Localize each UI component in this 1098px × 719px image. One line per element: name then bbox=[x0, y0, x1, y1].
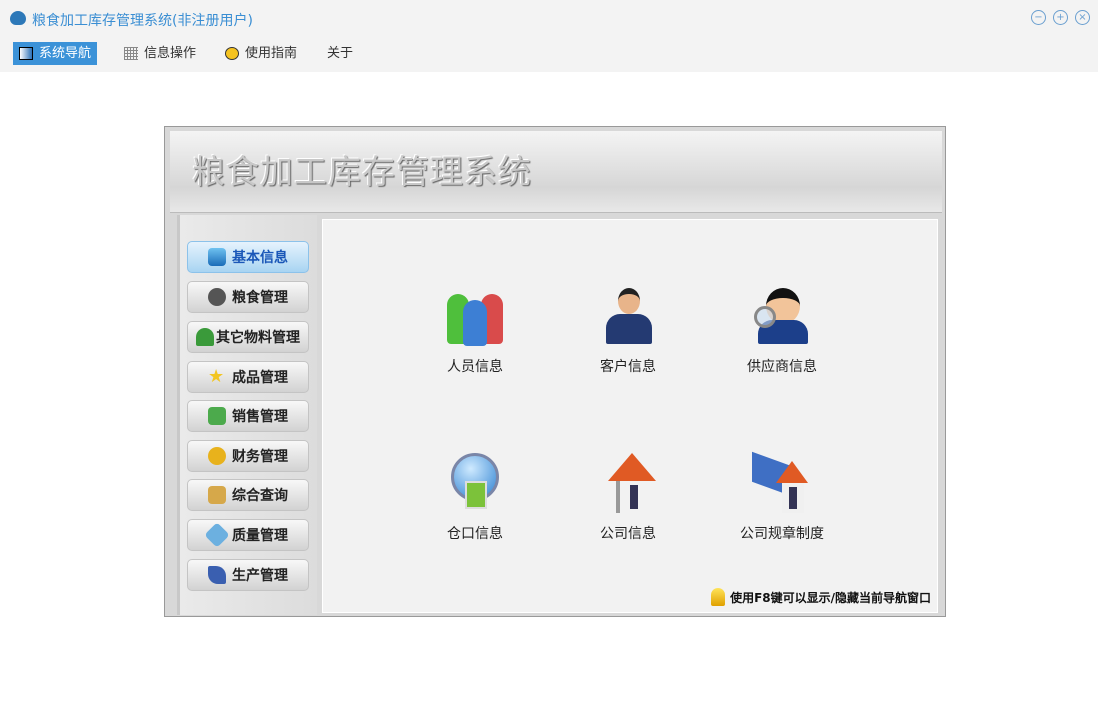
tile-suppliers[interactable]: 供应商信息 bbox=[717, 286, 847, 376]
help-icon bbox=[225, 47, 239, 60]
menu-label: 使用指南 bbox=[245, 46, 298, 61]
search-icon bbox=[208, 486, 226, 504]
sidebar-item-products[interactable]: ★ 成品管理 bbox=[187, 361, 309, 393]
sidebar: 基本信息 粮食管理 其它物料管理 ★ 成品管理 销售管理 财务管理 综合查询 质量… bbox=[177, 215, 317, 615]
sidebar-item-production[interactable]: 生产管理 bbox=[187, 559, 309, 591]
money-icon bbox=[208, 407, 226, 425]
globe-network-icon bbox=[445, 453, 505, 513]
menu-guide[interactable]: 使用指南 bbox=[219, 42, 303, 65]
menu-system-nav[interactable]: 系统导航 bbox=[13, 42, 98, 65]
sidebar-item-basic-info[interactable]: 基本信息 bbox=[187, 241, 309, 273]
tile-company[interactable]: 公司信息 bbox=[563, 453, 693, 543]
menu-label: 系统导航 bbox=[39, 46, 92, 61]
sidebar-item-grain[interactable]: 粮食管理 bbox=[187, 281, 309, 313]
sidebar-label: 其它物料管理 bbox=[216, 330, 300, 346]
maximize-button[interactable]: + bbox=[1053, 10, 1068, 25]
tile-label: 供应商信息 bbox=[747, 359, 817, 375]
tile-label: 人员信息 bbox=[447, 359, 503, 375]
star-icon: ★ bbox=[208, 366, 225, 387]
app-logo-icon bbox=[10, 11, 26, 25]
hint-label: 使用F8键可以显示/隐藏当前导航窗口 bbox=[730, 590, 931, 605]
menu-label: 关于 bbox=[327, 46, 354, 61]
tool-icon bbox=[208, 566, 226, 584]
tile-label: 客户信息 bbox=[600, 359, 656, 375]
header-title: 粮食加工库存管理系统 bbox=[192, 152, 532, 191]
tile-label: 公司信息 bbox=[600, 526, 656, 542]
businessman-icon bbox=[598, 286, 658, 346]
menu-about[interactable]: 关于 bbox=[321, 42, 359, 65]
book-house-icon bbox=[752, 451, 812, 513]
diamond-icon bbox=[204, 522, 230, 548]
minimize-button[interactable]: − bbox=[1031, 10, 1046, 25]
menu-label: 信息操作 bbox=[144, 46, 197, 61]
main-area: 人员信息 客户信息 供应商信息 仓口信息 公司信息 公司规章制度 使用F8键可以… bbox=[322, 219, 938, 613]
hint-text: 使用F8键可以显示/隐藏当前导航窗口 bbox=[711, 588, 931, 606]
sidebar-label: 成品管理 bbox=[232, 370, 288, 386]
sidebar-label: 粮食管理 bbox=[232, 290, 288, 306]
tile-label: 仓口信息 bbox=[447, 526, 503, 542]
window-icon bbox=[19, 47, 33, 60]
sidebar-label: 财务管理 bbox=[232, 449, 288, 465]
grid-icon bbox=[124, 47, 138, 60]
sidebar-item-query[interactable]: 综合查询 bbox=[187, 479, 309, 511]
lightbulb-icon bbox=[711, 588, 726, 606]
house-icon bbox=[598, 453, 658, 513]
sidebar-label: 综合查询 bbox=[232, 488, 288, 504]
user-icon bbox=[208, 288, 226, 306]
sidebar-label: 基本信息 bbox=[232, 250, 288, 266]
sidebar-item-materials[interactable]: 其它物料管理 bbox=[187, 321, 309, 353]
tile-label: 公司规章制度 bbox=[740, 526, 824, 542]
sidebar-label: 质量管理 bbox=[232, 528, 288, 544]
sidebar-label: 销售管理 bbox=[232, 409, 288, 425]
tile-customers[interactable]: 客户信息 bbox=[563, 286, 693, 376]
navigation-panel: 粮食加工库存管理系统 基本信息 粮食管理 其它物料管理 ★ 成品管理 销售管理 财… bbox=[164, 126, 946, 617]
close-button[interactable]: × bbox=[1075, 10, 1090, 25]
users-icon bbox=[445, 286, 505, 346]
sidebar-item-finance[interactable]: 财务管理 bbox=[187, 440, 309, 472]
tile-personnel[interactable]: 人员信息 bbox=[410, 286, 540, 376]
title-bar: 粮食加工库存管理系统(非注册用户) − + × bbox=[0, 0, 1098, 38]
menu-info-ops[interactable]: 信息操作 bbox=[118, 42, 202, 65]
trees-icon bbox=[196, 328, 214, 346]
tile-warehouse[interactable]: 仓口信息 bbox=[410, 453, 540, 543]
sidebar-label: 生产管理 bbox=[232, 568, 288, 584]
window-title: 粮食加工库存管理系统(非注册用户) bbox=[32, 13, 253, 29]
menu-bar: 系统导航 信息操作 使用指南 关于 bbox=[0, 38, 1098, 72]
sidebar-item-quality[interactable]: 质量管理 bbox=[187, 519, 309, 551]
panel-header: 粮食加工库存管理系统 bbox=[170, 131, 942, 213]
monitor-icon bbox=[208, 248, 226, 266]
coins-icon bbox=[208, 447, 226, 465]
sidebar-item-sales[interactable]: 销售管理 bbox=[187, 400, 309, 432]
user-search-icon bbox=[752, 286, 812, 346]
tile-regulations[interactable]: 公司规章制度 bbox=[717, 451, 847, 543]
